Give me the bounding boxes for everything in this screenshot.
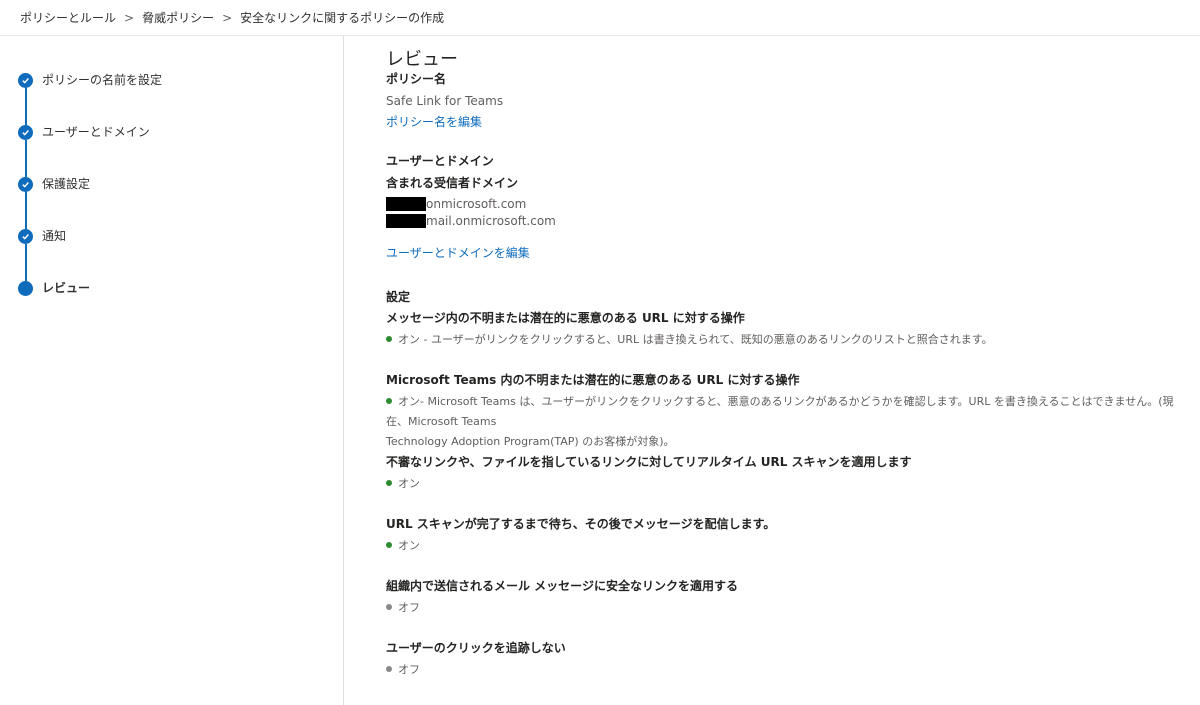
settings-heading: 設定 bbox=[386, 290, 411, 304]
status-on-dot-icon bbox=[386, 336, 392, 342]
setting-status-text: オフ bbox=[398, 663, 420, 676]
setting-status-text-cont: Technology Adoption Program(TAP) のお客様が対象… bbox=[386, 435, 675, 448]
domain-text: onmicrosoft.com bbox=[426, 197, 527, 211]
status-on-dot-icon bbox=[386, 480, 392, 486]
step-label: 通知 bbox=[42, 229, 67, 243]
wizard-steps-panel: ポリシーの名前を設定 ユーザーとドメイン 保護設定 通知 レビュー bbox=[0, 36, 344, 705]
setting-label: 組織内で送信されるメール メッセージに安全なリンクを適用する bbox=[386, 579, 738, 593]
setting-label: URL スキャンが完了するまで待ち、その後でメッセージを配信します。 bbox=[386, 517, 776, 531]
redacted-block bbox=[386, 213, 426, 228]
setting-item: メッセージ内の不明または潜在的に悪意のある URL に対する操作 オン - ユー… bbox=[386, 310, 1188, 350]
checkmark-icon bbox=[18, 73, 33, 88]
domain-text: mail.onmicrosoft.com bbox=[426, 214, 556, 228]
step-label: レビュー bbox=[42, 281, 91, 295]
edit-policy-name-link[interactable]: ポリシー名を編集 bbox=[386, 114, 1188, 130]
redacted-block bbox=[386, 196, 426, 211]
domain-item: onmicrosoft.com bbox=[386, 196, 1188, 213]
chevron-right-icon: > bbox=[222, 10, 233, 25]
setting-status-text: オン bbox=[398, 477, 420, 490]
setting-label: 不審なリンクや、ファイルを指しているリンクに対してリアルタイム URL スキャン… bbox=[386, 455, 912, 469]
step-label: ポリシーの名前を設定 bbox=[42, 73, 163, 87]
step-connector bbox=[25, 88, 27, 125]
status-off-dot-icon bbox=[386, 604, 392, 610]
edit-users-domains-link[interactable]: ユーザーとドメインを編集 bbox=[386, 245, 1188, 261]
status-on-dot-icon bbox=[386, 542, 392, 548]
settings-heading-block: 設定 bbox=[386, 289, 1188, 305]
setting-item: ユーザーのクリックを追跡しない オフ bbox=[386, 640, 1188, 680]
breadcrumb-threat-policies[interactable]: 脅威ポリシー bbox=[142, 9, 214, 26]
breadcrumb: ポリシーとルール > 脅威ポリシー > 安全なリンクに関するポリシーの作成 bbox=[0, 0, 1200, 36]
setting-item: 不審なリンクや、ファイルを指しているリンクに対してリアルタイム URL スキャン… bbox=[386, 454, 1188, 494]
setting-item: URL スキャンが完了するまで待ち、その後でメッセージを配信します。 オン bbox=[386, 516, 1188, 556]
setting-label: メッセージ内の不明または潜在的に悪意のある URL に対する操作 bbox=[386, 311, 745, 325]
policy-name-value: Safe Link for Teams bbox=[386, 94, 504, 108]
breadcrumb-current-page: 安全なリンクに関するポリシーの作成 bbox=[240, 11, 445, 25]
status-on-dot-icon bbox=[386, 398, 392, 404]
setting-status-text: オフ bbox=[398, 601, 420, 614]
page-title: レビュー bbox=[386, 49, 458, 70]
checkmark-icon bbox=[18, 229, 33, 244]
setting-status-text: オン - ユーザーがリンクをクリックすると、URL は書き換えられて、既知の悪意… bbox=[398, 333, 993, 346]
setting-label: Microsoft Teams 内の不明または潜在的に悪意のある URL に対す… bbox=[386, 373, 800, 387]
policy-name-section: ポリシー名 Safe Link for Teams ポリシー名を編集 bbox=[386, 71, 1188, 130]
setting-status-text: オン bbox=[398, 539, 420, 552]
included-domains-heading: 含まれる受信者ドメイン bbox=[386, 176, 519, 190]
checkmark-icon bbox=[18, 125, 33, 140]
setting-label: ユーザーのクリックを追跡しない bbox=[386, 641, 566, 655]
domain-item: mail.onmicrosoft.com bbox=[386, 213, 1188, 230]
chevron-right-icon: > bbox=[124, 10, 135, 25]
step-connector bbox=[25, 140, 27, 177]
users-domains-heading: ユーザーとドメイン bbox=[386, 154, 494, 168]
users-domains-section: ユーザーとドメイン 含まれる受信者ドメイン onmicrosoft.com ma… bbox=[386, 153, 1188, 261]
step-label: ユーザーとドメイン bbox=[42, 125, 150, 139]
setting-status-text: オン- Microsoft Teams は、ユーザーがリンクをクリックすると、悪… bbox=[386, 395, 1174, 428]
step-connector bbox=[25, 244, 27, 281]
breadcrumb-policies-rules[interactable]: ポリシーとルール bbox=[20, 9, 116, 26]
policy-name-heading: ポリシー名 bbox=[386, 72, 447, 86]
status-off-dot-icon bbox=[386, 666, 392, 672]
setting-item: Microsoft Teams 内の不明または潜在的に悪意のある URL に対す… bbox=[386, 372, 1188, 452]
current-step-dot-icon bbox=[18, 281, 33, 296]
step-label: 保護設定 bbox=[42, 177, 91, 191]
setting-item: 組織内で送信されるメール メッセージに安全なリンクを適用する オフ bbox=[386, 578, 1188, 618]
step-connector bbox=[25, 192, 27, 229]
checkmark-icon bbox=[18, 177, 33, 192]
